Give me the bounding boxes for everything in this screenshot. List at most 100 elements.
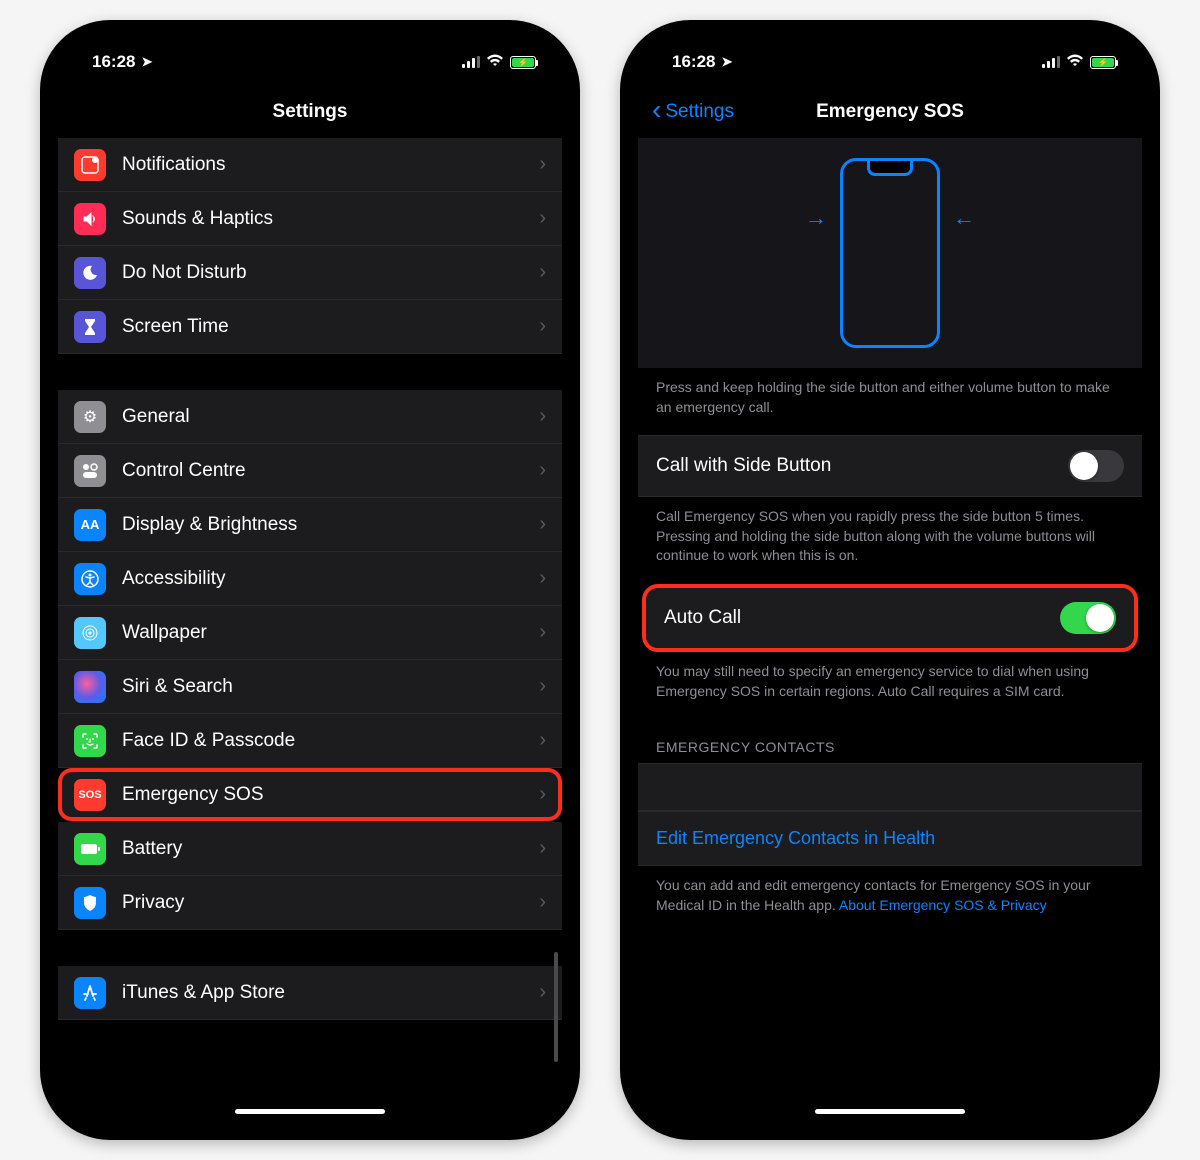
back-button[interactable]: ‹ Settings (652, 98, 734, 126)
chevron-right-icon: › (539, 729, 546, 752)
chevron-right-icon: › (539, 621, 546, 644)
auto-call-highlight: Auto Call (642, 584, 1138, 652)
hourglass-icon (74, 311, 106, 343)
chevron-right-icon: › (539, 405, 546, 428)
row-appstore[interactable]: iTunes & App Store › (58, 966, 562, 1020)
side-button-footer: Call Emergency SOS when you rapidly pres… (638, 497, 1142, 584)
row-faceid[interactable]: Face ID & Passcode › (58, 714, 562, 768)
battery-row-icon (74, 833, 106, 865)
chevron-right-icon: › (539, 261, 546, 284)
chevron-right-icon: › (539, 891, 546, 914)
status-time: 16:28 (92, 52, 135, 72)
nav-bar: Settings (58, 86, 562, 138)
row-label: iTunes & App Store (122, 982, 539, 1004)
row-label: Face ID & Passcode (122, 730, 539, 752)
row-label: Call with Side Button (656, 455, 831, 477)
control-centre-icon (74, 455, 106, 487)
toggle-auto-call[interactable] (1060, 602, 1116, 634)
wifi-icon (486, 54, 504, 70)
cell-signal-icon (462, 56, 480, 68)
auto-call-footer: You may still need to specify an emergen… (638, 652, 1142, 719)
chevron-right-icon: › (539, 837, 546, 860)
sos-illustration: → ← (638, 138, 1142, 368)
row-label: Battery (122, 838, 539, 860)
row-siri[interactable]: Siri & Search › (58, 660, 562, 714)
row-label: General (122, 406, 539, 428)
section-gap (58, 930, 562, 966)
row-notifications[interactable]: Notifications › (58, 138, 562, 192)
row-accessibility[interactable]: Accessibility › (58, 552, 562, 606)
chevron-right-icon: › (539, 981, 546, 1004)
chevron-left-icon: ‹ (652, 96, 661, 124)
screen-left: 16:28 ➤ ⚡ Settings Notifications › (58, 38, 562, 1122)
row-privacy[interactable]: Privacy › (58, 876, 562, 930)
display-icon: AA (74, 509, 106, 541)
chevron-right-icon: › (539, 153, 546, 176)
home-indicator[interactable] (815, 1109, 965, 1114)
row-call-side-button[interactable]: Call with Side Button (638, 435, 1142, 497)
page-title: Settings (273, 101, 348, 123)
notch (205, 38, 415, 68)
row-label: Display & Brightness (122, 514, 539, 536)
chevron-right-icon: › (539, 783, 546, 806)
battery-icon: ⚡ (510, 56, 536, 69)
section-gap (58, 354, 562, 390)
nav-bar: ‹ Settings Emergency SOS (638, 86, 1142, 138)
notch (785, 38, 995, 68)
chevron-right-icon: › (539, 207, 546, 230)
appstore-icon (74, 977, 106, 1009)
row-label: Wallpaper (122, 622, 539, 644)
row-label: Siri & Search (122, 676, 539, 698)
privacy-icon (74, 887, 106, 919)
chevron-right-icon: › (539, 567, 546, 590)
chevron-right-icon: › (539, 675, 546, 698)
location-icon: ➤ (721, 54, 732, 70)
illustration-caption: Press and keep holding the side button a… (638, 368, 1142, 435)
wallpaper-icon (74, 617, 106, 649)
row-wallpaper[interactable]: Wallpaper › (58, 606, 562, 660)
moon-icon (74, 257, 106, 289)
cell-signal-icon (1042, 56, 1060, 68)
privacy-link[interactable]: About Emergency SOS & Privacy (839, 897, 1047, 913)
row-label: Privacy (122, 892, 539, 914)
gear-icon: ⚙︎ (74, 401, 106, 433)
arrow-right-icon: ← (953, 205, 975, 231)
phone-frame-left: 16:28 ➤ ⚡ Settings Notifications › (40, 20, 580, 1140)
row-label: Auto Call (664, 607, 741, 629)
row-dnd[interactable]: Do Not Disturb › (58, 246, 562, 300)
row-sounds[interactable]: Sounds & Haptics › (58, 192, 562, 246)
phone-outline-icon: → ← (840, 158, 940, 348)
row-emergency-sos[interactable]: SOS Emergency SOS › (58, 768, 562, 822)
siri-icon (74, 671, 106, 703)
row-control-centre[interactable]: Control Centre › (58, 444, 562, 498)
chevron-right-icon: › (539, 315, 546, 338)
screen-right: 16:28 ➤ ⚡ ‹ Settings Emergency SOS → (638, 38, 1142, 1122)
row-general[interactable]: ⚙︎ General › (58, 390, 562, 444)
phone-frame-right: 16:28 ➤ ⚡ ‹ Settings Emergency SOS → (620, 20, 1160, 1140)
row-label: Control Centre (122, 460, 539, 482)
edit-contacts-link[interactable]: Edit Emergency Contacts in Health (638, 811, 1142, 866)
row-screentime[interactable]: Screen Time › (58, 300, 562, 354)
notifications-icon (74, 149, 106, 181)
settings-list[interactable]: Notifications › Sounds & Haptics › Do No… (58, 138, 562, 1122)
scroll-indicator[interactable] (554, 952, 558, 1062)
toggle-call-side-button[interactable] (1068, 450, 1124, 482)
home-indicator[interactable] (235, 1109, 385, 1114)
chevron-right-icon: › (539, 513, 546, 536)
contacts-header: EMERGENCY CONTACTS (638, 719, 1142, 763)
sounds-icon (74, 203, 106, 235)
wifi-icon (1066, 54, 1084, 70)
chevron-right-icon: › (539, 459, 546, 482)
row-label: Accessibility (122, 568, 539, 590)
accessibility-icon (74, 563, 106, 595)
row-auto-call[interactable]: Auto Call (646, 588, 1134, 648)
location-icon: ➤ (141, 54, 152, 70)
contacts-footer: You can add and edit emergency contacts … (638, 866, 1142, 933)
row-label: Notifications (122, 154, 539, 176)
row-display[interactable]: AA Display & Brightness › (58, 498, 562, 552)
row-label: Do Not Disturb (122, 262, 539, 284)
arrow-left-icon: → (805, 205, 827, 231)
back-label: Settings (665, 101, 734, 123)
row-battery[interactable]: Battery › (58, 822, 562, 876)
sos-content[interactable]: → ← Press and keep holding the side butt… (638, 138, 1142, 1122)
